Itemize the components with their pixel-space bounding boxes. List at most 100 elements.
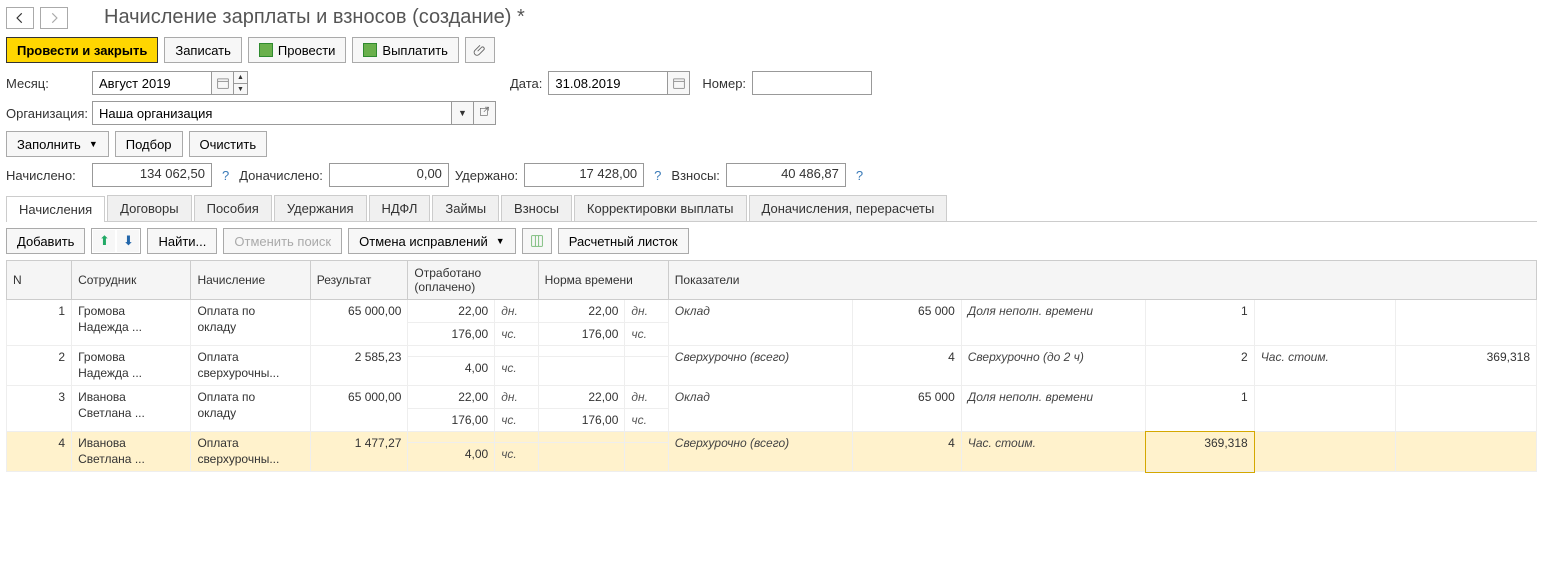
number-input[interactable] bbox=[752, 71, 872, 95]
cell-n[interactable]: 3 bbox=[7, 386, 72, 432]
withheld-help[interactable]: ? bbox=[650, 168, 665, 183]
tab-loans[interactable]: Займы bbox=[432, 195, 499, 221]
cell-accrual[interactable]: Оплата поокладу bbox=[191, 300, 310, 346]
show-columns-button[interactable] bbox=[522, 228, 552, 254]
cell-ind1-name[interactable]: Оклад bbox=[668, 386, 852, 432]
tab-accruals[interactable]: Начисления bbox=[6, 196, 105, 222]
fill-button[interactable]: Заполнить ▼ bbox=[6, 131, 109, 157]
cell-ind2-val[interactable]: 369,318 bbox=[1146, 432, 1255, 472]
move-down-button[interactable]: ⬇ bbox=[117, 230, 139, 252]
attach-button[interactable] bbox=[465, 37, 495, 63]
date-input[interactable] bbox=[548, 71, 668, 95]
post-button[interactable]: Провести bbox=[248, 37, 347, 63]
cell-result[interactable]: 65 000,00 bbox=[310, 386, 408, 432]
cell-ind1-name[interactable]: Сверхурочно (всего) bbox=[668, 432, 852, 472]
tab-ndfl[interactable]: НДФЛ bbox=[369, 195, 431, 221]
cell-norm-hours[interactable] bbox=[538, 443, 625, 472]
cell-ind1-val[interactable]: 4 bbox=[853, 346, 962, 386]
cell-ind2-name[interactable]: Доля неполн. времени bbox=[961, 386, 1145, 432]
cell-n[interactable]: 1 bbox=[7, 300, 72, 346]
cell-n[interactable]: 2 bbox=[7, 346, 72, 386]
org-input[interactable] bbox=[92, 101, 452, 125]
cell-worked-days[interactable] bbox=[408, 432, 495, 443]
cell-ind1-name[interactable]: Оклад bbox=[668, 300, 852, 346]
cell-ind2-val[interactable]: 1 bbox=[1146, 300, 1255, 346]
date-calendar-button[interactable] bbox=[668, 71, 690, 95]
move-up-button[interactable]: ⬆ bbox=[93, 230, 115, 252]
cell-result[interactable]: 65 000,00 bbox=[310, 300, 408, 346]
cell-ind3-val[interactable] bbox=[1395, 386, 1536, 432]
clear-button[interactable]: Очистить bbox=[189, 131, 268, 157]
table-row[interactable]: 2ГромоваНадежда ...Оплатасверхурочны...2… bbox=[7, 346, 1537, 357]
cell-norm-days[interactable]: 22,00 bbox=[538, 300, 625, 323]
cell-norm-days[interactable] bbox=[538, 346, 625, 357]
cell-worked-hours[interactable]: 176,00 bbox=[408, 323, 495, 346]
table-row[interactable]: 3ИвановаСветлана ...Оплата поокладу65 00… bbox=[7, 386, 1537, 409]
cell-worked-hours[interactable]: 176,00 bbox=[408, 409, 495, 432]
cell-ind3-val[interactable] bbox=[1395, 300, 1536, 346]
month-calendar-button[interactable] bbox=[212, 71, 234, 95]
tab-payment-corrections[interactable]: Корректировки выплаты bbox=[574, 195, 747, 221]
payslip-button[interactable]: Расчетный листок bbox=[558, 228, 689, 254]
col-result[interactable]: Результат bbox=[310, 261, 408, 300]
cell-ind2-name[interactable]: Доля неполн. времени bbox=[961, 300, 1145, 346]
table-row[interactable]: 4ИвановаСветлана ...Оплатасверхурочны...… bbox=[7, 432, 1537, 443]
cell-ind3-name[interactable] bbox=[1254, 432, 1395, 472]
col-norm[interactable]: Норма времени bbox=[538, 261, 668, 300]
cell-norm-hours[interactable] bbox=[538, 357, 625, 386]
cancel-search-button[interactable]: Отменить поиск bbox=[223, 228, 342, 254]
cell-accrual[interactable]: Оплата поокладу bbox=[191, 386, 310, 432]
col-accrual[interactable]: Начисление bbox=[191, 261, 310, 300]
month-input[interactable] bbox=[92, 71, 212, 95]
cell-worked-hours[interactable]: 4,00 bbox=[408, 443, 495, 472]
cell-norm-days[interactable] bbox=[538, 432, 625, 443]
col-worked[interactable]: Отработано (оплачено) bbox=[408, 261, 538, 300]
cell-norm-days[interactable]: 22,00 bbox=[538, 386, 625, 409]
cell-ind3-name[interactable] bbox=[1254, 386, 1395, 432]
org-open-button[interactable] bbox=[474, 101, 496, 125]
cell-employee[interactable]: ИвановаСветлана ... bbox=[72, 432, 191, 472]
nav-back-button[interactable] bbox=[6, 7, 34, 29]
cell-ind1-val[interactable]: 65 000 bbox=[853, 386, 962, 432]
cancel-corrections-button[interactable]: Отмена исправлений ▼ bbox=[348, 228, 516, 254]
cell-norm-hours[interactable]: 176,00 bbox=[538, 323, 625, 346]
cell-employee[interactable]: ГромоваНадежда ... bbox=[72, 300, 191, 346]
cell-norm-hours[interactable]: 176,00 bbox=[538, 409, 625, 432]
cell-result[interactable]: 2 585,23 bbox=[310, 346, 408, 386]
tab-deductions[interactable]: Удержания bbox=[274, 195, 367, 221]
table-row[interactable]: 1ГромоваНадежда ...Оплата поокладу65 000… bbox=[7, 300, 1537, 323]
tab-contracts[interactable]: Договоры bbox=[107, 195, 191, 221]
cell-ind2-name[interactable]: Сверхурочно (до 2 ч) bbox=[961, 346, 1145, 386]
cell-employee[interactable]: ГромоваНадежда ... bbox=[72, 346, 191, 386]
cell-result[interactable]: 1 477,27 bbox=[310, 432, 408, 472]
cell-accrual[interactable]: Оплатасверхурочны... bbox=[191, 346, 310, 386]
pick-button[interactable]: Подбор bbox=[115, 131, 183, 157]
cell-ind3-val[interactable]: 369,318 bbox=[1395, 346, 1536, 386]
cell-ind3-name[interactable] bbox=[1254, 300, 1395, 346]
cell-employee[interactable]: ИвановаСветлана ... bbox=[72, 386, 191, 432]
cell-ind2-name[interactable]: Час. стоим. bbox=[961, 432, 1145, 472]
col-indicators[interactable]: Показатели bbox=[668, 261, 1536, 300]
cell-ind3-val[interactable] bbox=[1395, 432, 1536, 472]
month-spinner[interactable]: ▲ ▼ bbox=[234, 71, 248, 95]
contrib-help[interactable]: ? bbox=[852, 168, 867, 183]
cell-worked-hours[interactable]: 4,00 bbox=[408, 357, 495, 386]
accrued-help[interactable]: ? bbox=[218, 168, 233, 183]
cell-ind1-name[interactable]: Сверхурочно (всего) bbox=[668, 346, 852, 386]
cell-ind1-val[interactable]: 4 bbox=[853, 432, 962, 472]
cell-worked-days[interactable]: 22,00 bbox=[408, 300, 495, 323]
spinner-down-icon[interactable]: ▼ bbox=[234, 83, 248, 95]
save-button[interactable]: Записать bbox=[164, 37, 242, 63]
cell-ind3-name[interactable]: Час. стоим. bbox=[1254, 346, 1395, 386]
org-dropdown-button[interactable]: ▼ bbox=[452, 101, 474, 125]
cell-worked-days[interactable] bbox=[408, 346, 495, 357]
find-button[interactable]: Найти... bbox=[147, 228, 217, 254]
col-n[interactable]: N bbox=[7, 261, 72, 300]
payout-button[interactable]: Выплатить bbox=[352, 37, 459, 63]
col-employee[interactable]: Сотрудник bbox=[72, 261, 191, 300]
tab-benefits[interactable]: Пособия bbox=[194, 195, 272, 221]
cell-ind1-val[interactable]: 65 000 bbox=[853, 300, 962, 346]
tab-extra-accruals[interactable]: Доначисления, перерасчеты bbox=[749, 195, 948, 221]
nav-forward-button[interactable] bbox=[40, 7, 68, 29]
cell-accrual[interactable]: Оплатасверхурочны... bbox=[191, 432, 310, 472]
